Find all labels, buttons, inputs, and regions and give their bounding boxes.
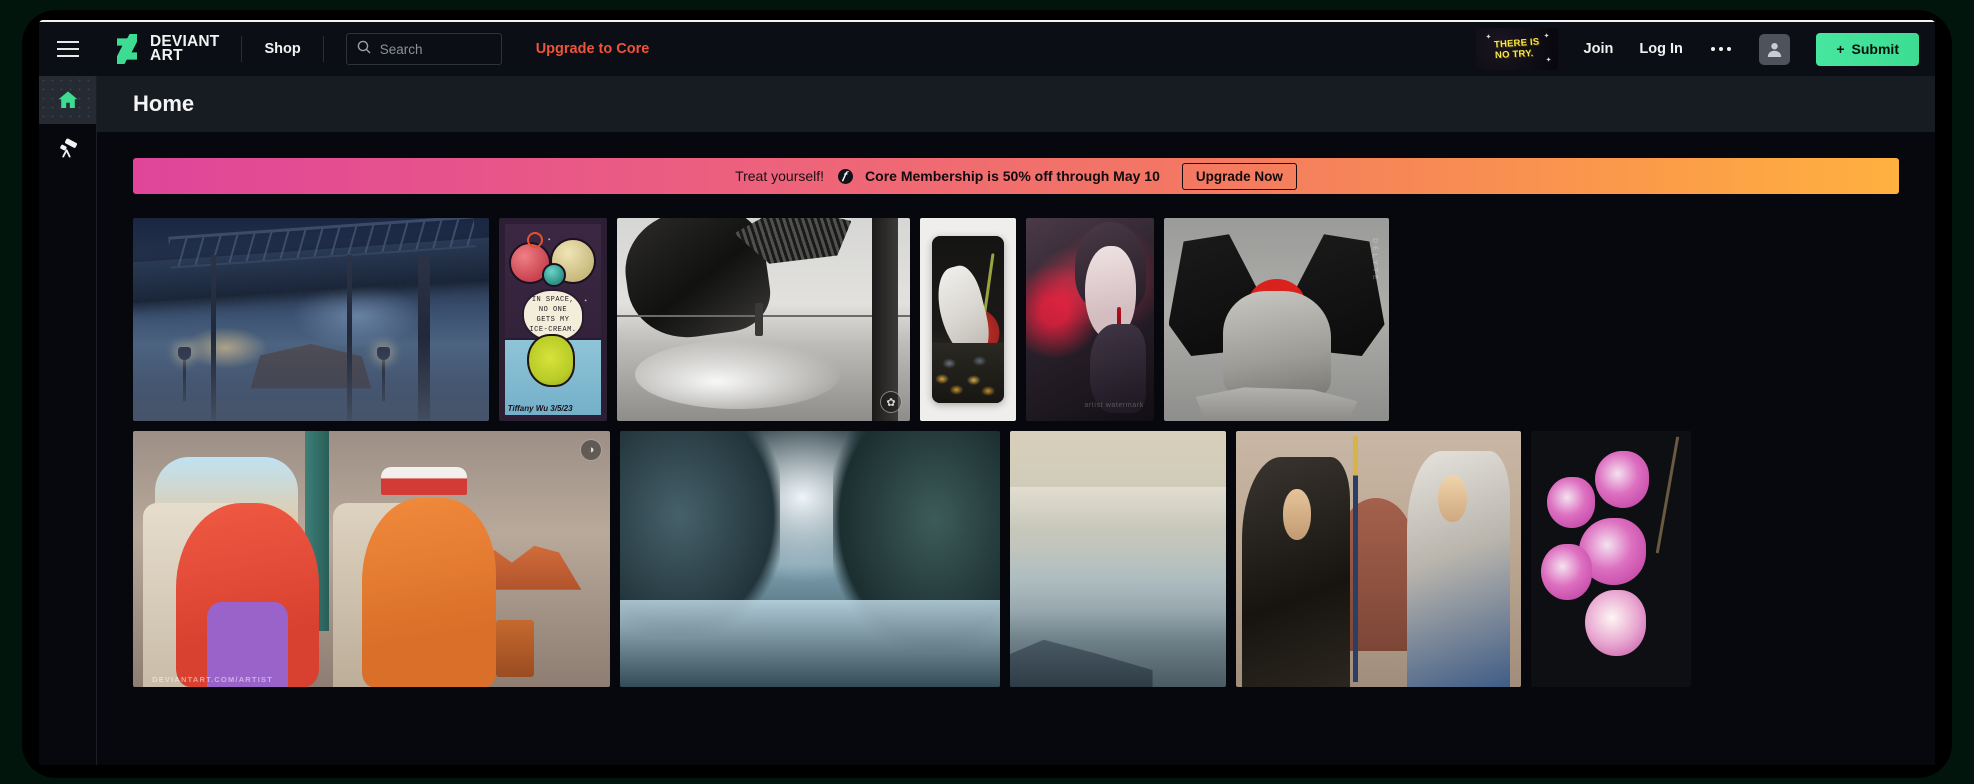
login-link[interactable]: Log In: [1639, 41, 1683, 57]
artwork-thumbnail-minimal-seascape[interactable]: [1010, 431, 1226, 687]
avatar[interactable]: [1759, 33, 1791, 65]
artwork-thumbnail-pink-orchid-photo[interactable]: [1531, 431, 1691, 687]
page-body: Home Treat yourself! ƒ Core Membership i…: [39, 76, 1935, 765]
search-icon: [357, 40, 371, 59]
artwork-thumbnail-space-ice-cream-doodle[interactable]: IN SPACE, NO ONE GETS MY ICE-CREAM. Tiffa…: [499, 218, 607, 421]
banner-offer-label: Core Membership is 50% off through May 1…: [865, 168, 1160, 184]
watermark-badge-icon: ◑: [580, 439, 602, 461]
top-navigation-bar: DEVIANT ART Shop Upgrade: [39, 20, 1935, 76]
deviantart-logo[interactable]: DEVIANT ART: [117, 34, 219, 64]
home-icon: [58, 91, 77, 108]
upgrade-to-core-link[interactable]: Upgrade to Core: [536, 41, 650, 57]
logo-line-2: ART: [150, 47, 184, 64]
there-is-no-try-badge[interactable]: ✦ ✦ ✦ THERE IS NO TRY.: [1475, 28, 1558, 70]
hamburger-bar: [57, 55, 79, 57]
artwork-thumbnail-fantasy-duel-painting[interactable]: [1236, 431, 1521, 687]
artwork-thumbnail-koi-fish-painting[interactable]: [920, 218, 1016, 421]
nav-divider: [241, 36, 243, 62]
submit-button[interactable]: + Submit: [1816, 32, 1919, 66]
page-title: Home: [133, 91, 195, 116]
deviantart-wordmark: DEVIANT ART: [150, 34, 219, 64]
artwork-thumbnail-dark-angel-drawing[interactable]: DÉLYTE: [1164, 218, 1389, 421]
nav-right-group: ✦ ✦ ✦ THERE IS NO TRY. Join Log In + Sub…: [1475, 28, 1919, 70]
telescope-icon: [59, 138, 77, 158]
plus-icon: +: [1836, 41, 1845, 57]
overflow-menu-icon[interactable]: [1709, 39, 1734, 60]
user-avatar-icon: [1768, 42, 1782, 57]
left-sidebar: [39, 76, 97, 765]
join-link[interactable]: Join: [1584, 41, 1614, 57]
sparkle-icon: ✦: [1485, 34, 1492, 41]
sparkle-icon: ✦: [1545, 57, 1552, 64]
nav-shop-link[interactable]: Shop: [264, 41, 300, 57]
promo-badge-line-2: NO TRY.: [1495, 48, 1535, 62]
core-logo-icon: ƒ: [838, 168, 854, 184]
upgrade-now-button[interactable]: Upgrade Now: [1181, 162, 1297, 190]
sidebar-item-home[interactable]: [39, 76, 96, 124]
artwork-thumbnail-night-bridge-city[interactable]: [133, 218, 489, 421]
deviantart-page: DEVIANT ART Shop Upgrade: [39, 20, 1935, 765]
submit-button-label: Submit: [1851, 41, 1899, 57]
main-content: Home Treat yourself! ƒ Core Membership i…: [97, 76, 1935, 765]
artwork-thumbnail-bucking-horse-photo[interactable]: ✿: [617, 218, 910, 421]
artwork-thumbnail-vampire-character-art[interactable]: artist watermark: [1026, 218, 1154, 421]
banner-treat-label: Treat yourself!: [735, 168, 825, 184]
artwork-thumbnail-furry-truck-road-trip[interactable]: DEVIANTART.COM/ARTIST ◑: [133, 431, 610, 687]
artwork-row: IN SPACE, NO ONE GETS MY ICE-CREAM. Tiffa…: [133, 218, 1899, 421]
sparkle-icon: ✦: [1543, 33, 1550, 40]
watermark-badge-icon: ✿: [880, 391, 902, 413]
hamburger-bar: [57, 48, 79, 50]
search-input[interactable]: [379, 41, 491, 57]
page-header: Home: [97, 76, 1935, 132]
core-promo-banner: Treat yourself! ƒ Core Membership is 50%…: [133, 158, 1899, 194]
browser-window: DEVIANT ART Shop Upgrade: [22, 10, 1952, 778]
search-box[interactable]: [345, 33, 502, 65]
artwork-row: DEVIANTART.COM/ARTIST ◑: [133, 431, 1899, 687]
dot: [1718, 46, 1724, 52]
nav-divider: [322, 36, 324, 62]
core-glyph: ƒ: [841, 169, 851, 182]
desktop-background: DEVIANT ART Shop Upgrade: [0, 0, 1974, 784]
sidebar-item-explore[interactable]: [39, 124, 96, 172]
dot: [1726, 46, 1732, 52]
hamburger-bar: [57, 41, 79, 43]
dot: [1710, 46, 1716, 52]
artwork-thumbnail-misty-river-landscape[interactable]: [620, 431, 1000, 687]
artwork-grid: IN SPACE, NO ONE GETS MY ICE-CREAM. Tiffa…: [133, 218, 1899, 687]
content-scroll-area[interactable]: Treat yourself! ƒ Core Membership is 50%…: [97, 132, 1935, 765]
hamburger-menu-icon[interactable]: [39, 21, 97, 77]
deviantart-mark-icon: [117, 34, 143, 64]
